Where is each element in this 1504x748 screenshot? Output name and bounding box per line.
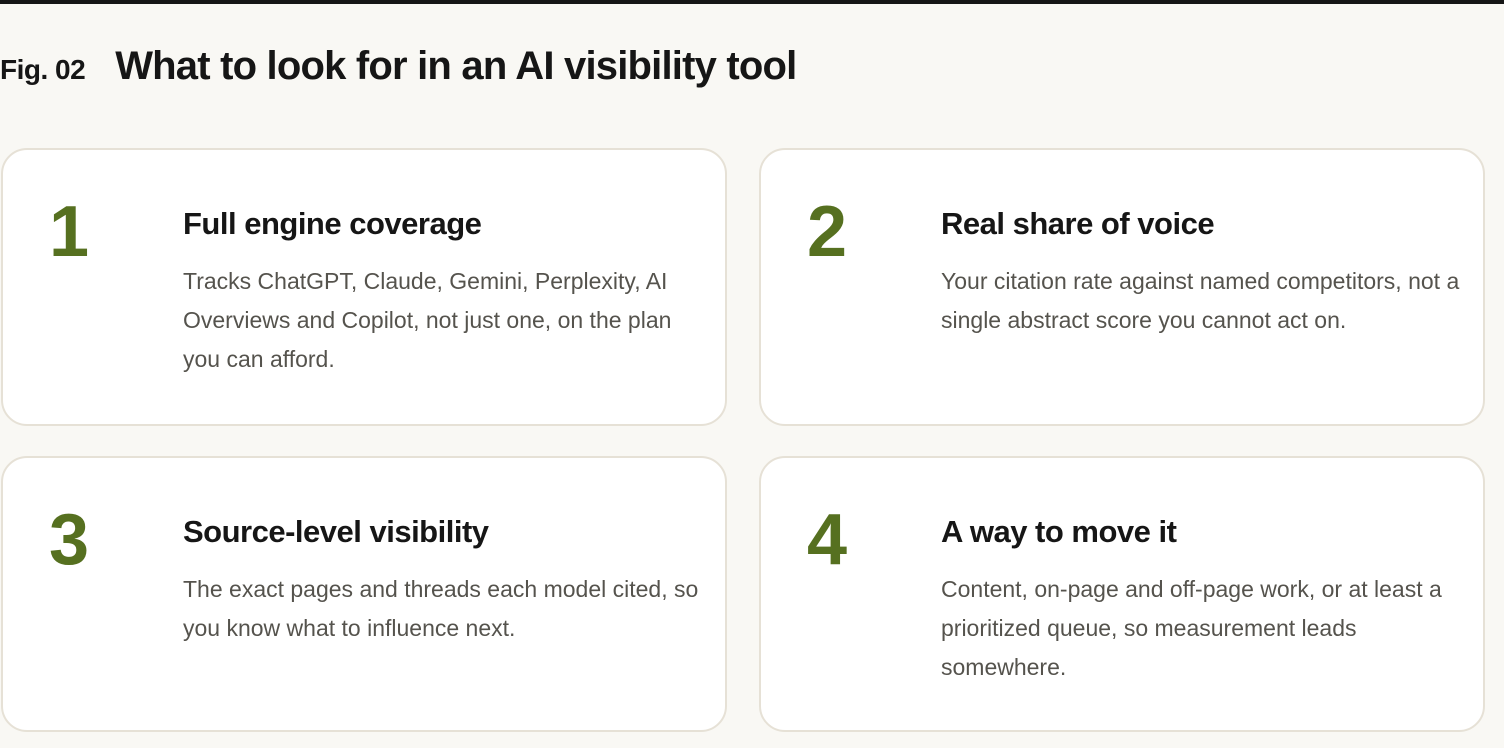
criteria-card-2: 2 Real share of voice Your citation rate… (759, 148, 1485, 426)
card-body: Tracks ChatGPT, Claude, Gemini, Perplexi… (183, 268, 672, 372)
card-body: The exact pages and threads each model c… (183, 576, 699, 641)
figure-label: Fig. 02 (0, 54, 86, 85)
card-number: 1 (49, 192, 90, 272)
card-body: Content, on-page and off-page work, or a… (941, 576, 1442, 680)
card-heading: Real share of voice (941, 206, 1215, 241)
criteria-card-1: 1 Full engine coverage Tracks ChatGPT, C… (1, 148, 727, 426)
card-number: 3 (49, 500, 90, 580)
criteria-card-3: 3 Source-level visibility The exact page… (1, 456, 727, 732)
card-number: 4 (807, 500, 848, 580)
figure-header: Fig. 02 What to look for in an AI visibi… (0, 44, 797, 100)
criteria-card-4: 4 A way to move it Content, on-page and … (759, 456, 1485, 732)
top-rule (0, 0, 1504, 4)
card-heading: Source-level visibility (183, 514, 489, 549)
card-number: 2 (807, 192, 848, 272)
page-title: What to look for in an AI visibility too… (115, 44, 797, 88)
card-body: Your citation rate against named competi… (941, 268, 1460, 333)
card-heading: Full engine coverage (183, 206, 482, 241)
card-heading: A way to move it (941, 514, 1177, 549)
